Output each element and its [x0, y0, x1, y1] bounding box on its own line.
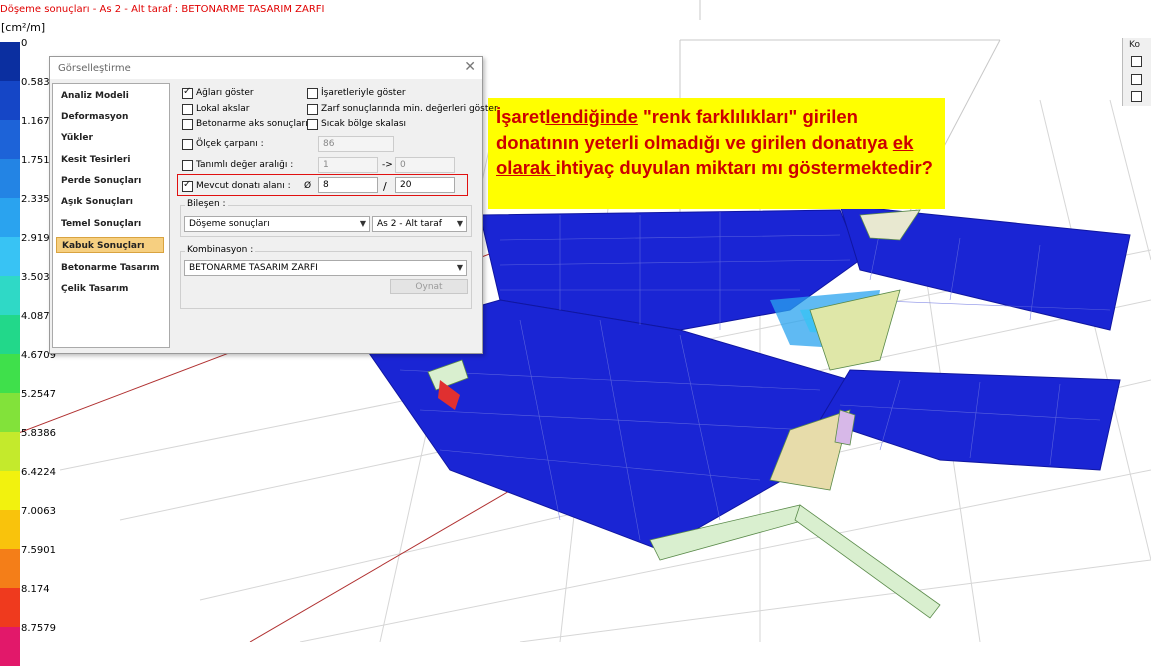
combination-select-value: BETONARME TASARIM ZARFI [189, 263, 318, 273]
nav-item-analiz-modeli[interactable]: Analiz Modeli [56, 88, 164, 104]
right-panel-checkbox-1[interactable] [1131, 56, 1142, 67]
kombinasyon-label: Kombinasyon : [185, 245, 256, 255]
legend-value: 5.8386 [21, 428, 56, 439]
zarf-min-checkbox[interactable] [307, 104, 318, 115]
nav-item-deformasyon[interactable]: Deformasyon [56, 109, 164, 125]
chevron-down-icon: ▼ [359, 219, 366, 228]
olcek-carpani-input[interactable]: 86 [318, 136, 394, 152]
nav-item-temel-sonuclari[interactable]: Temel Sonuçları [56, 216, 164, 232]
chevron-down-icon: ▼ [456, 219, 463, 228]
legend-unit: [cm²/m] [1, 21, 46, 34]
side-select-value: As 2 - Alt taraf [377, 219, 442, 229]
legend-color-band [0, 510, 20, 549]
visualization-dialog: Görselleştirme ✕ Analiz Modeli Deformasy… [49, 56, 498, 354]
right-panel-checkbox-2[interactable] [1131, 74, 1142, 85]
legend-value: 4.087 [21, 311, 50, 322]
legend-value: 6.4224 [21, 467, 56, 478]
legend-value: 0 [21, 38, 28, 49]
sicak-bolge-checkbox[interactable] [307, 119, 318, 130]
tanimli-deger-checkbox[interactable] [182, 160, 193, 171]
aglari-goster-label: Ağları göster [196, 88, 254, 98]
nav-item-betonarme-tasarim[interactable]: Betonarme Tasarım [56, 260, 164, 276]
side-select[interactable]: As 2 - Alt taraf ▼ [372, 216, 467, 232]
legend-color-band [0, 120, 20, 159]
legend-value: 8.7579 [21, 623, 56, 634]
legend-color-band [0, 42, 20, 81]
note-part-1: İşaret [496, 106, 546, 127]
right-options-panel: Ko [1122, 38, 1151, 106]
nav-item-perde-sonuclari[interactable]: Perde Sonuçları [56, 173, 164, 189]
right-panel-label: Ko [1129, 40, 1140, 50]
legend-color-band [0, 198, 20, 237]
legend-value: 7.0063 [21, 506, 56, 517]
sicak-bolge-label: Sıcak bölge skalası [321, 119, 407, 129]
tanimli-deger-arrow: -> [382, 160, 393, 170]
nav-item-celik-tasarim[interactable]: Çelik Tasarım [56, 281, 164, 297]
dialog-title: Görselleştirme [58, 63, 131, 74]
legend-color-band [0, 315, 20, 354]
legend-color-band [0, 276, 20, 315]
highlight-box [177, 174, 468, 196]
tanimli-deger-label: Tanımlı değer aralığı : [196, 160, 294, 170]
combination-select[interactable]: BETONARME TASARIM ZARFI ▼ [184, 260, 467, 276]
betonarme-aks-checkbox[interactable] [182, 119, 193, 130]
legend-value: 5.2547 [21, 389, 56, 400]
isaretleriyle-goster-label: İşaretleriyle göster [321, 88, 406, 98]
legend-color-band [0, 159, 20, 198]
component-select-value: Döşeme sonuçları [189, 219, 270, 229]
olcek-carpani-label: Ölçek çarpanı : [196, 139, 264, 149]
chevron-down-icon: ▼ [456, 263, 463, 272]
olcek-carpani-checkbox[interactable] [182, 139, 193, 150]
category-list: Analiz Modeli Deformasyon Yükler Kesit T… [52, 83, 170, 348]
lokal-akslar-label: Lokal akslar [196, 104, 250, 114]
tanimli-deger-from-input[interactable]: 1 [318, 157, 378, 173]
close-icon[interactable]: ✕ [464, 59, 476, 75]
isaretleriyle-goster-checkbox[interactable] [307, 88, 318, 99]
right-panel-checkbox-3[interactable] [1131, 91, 1142, 102]
legend-value: 8.174 [21, 584, 50, 595]
legend-color-band [0, 471, 20, 510]
nav-item-kesit-tesirleri[interactable]: Kesit Tesirleri [56, 152, 164, 168]
legend-color-band [0, 627, 20, 666]
note-part-5: ihtiyaç duyulan miktarı mı göstermektedi… [555, 157, 933, 178]
nav-item-kabuk-sonuclari[interactable]: Kabuk Sonuçları [56, 237, 164, 253]
component-select[interactable]: Döşeme sonuçları ▼ [184, 216, 370, 232]
legend-color-band [0, 588, 20, 627]
zarf-min-label: Zarf sonuçlarında min. değerleri göster [321, 104, 498, 114]
lokal-akslar-checkbox[interactable] [182, 104, 193, 115]
bilesen-label: Bileşen : [185, 199, 228, 209]
nav-item-yukler[interactable]: Yükler [56, 130, 164, 146]
play-button[interactable]: Oynat [390, 279, 468, 294]
legend-color-band [0, 393, 20, 432]
note-part-2: lendiğinde [545, 106, 638, 127]
dialog-titlebar[interactable]: Görselleştirme ✕ [50, 57, 482, 79]
legend-color-band [0, 549, 20, 588]
slab-right [819, 369, 1121, 471]
wall-strip-right [794, 504, 941, 619]
legend-value: 7.5901 [21, 545, 56, 556]
legend-color-band [0, 81, 20, 120]
legend-color-band [0, 354, 20, 393]
betonarme-aks-label: Betonarme aks sonuçları [196, 119, 308, 129]
aglari-goster-checkbox[interactable] [182, 86, 193, 99]
question-note: İşaretlendiğinde "renk farklılıkları" gi… [488, 98, 945, 209]
tanimli-deger-to-input[interactable]: 0 [395, 157, 455, 173]
legend-color-band [0, 237, 20, 276]
view-title: Döşeme sonuçları - As 2 - Alt taraf : BE… [0, 4, 325, 15]
nav-item-asik-sonuclari[interactable]: Aşık Sonuçları [56, 194, 164, 210]
legend-color-band [0, 432, 20, 471]
